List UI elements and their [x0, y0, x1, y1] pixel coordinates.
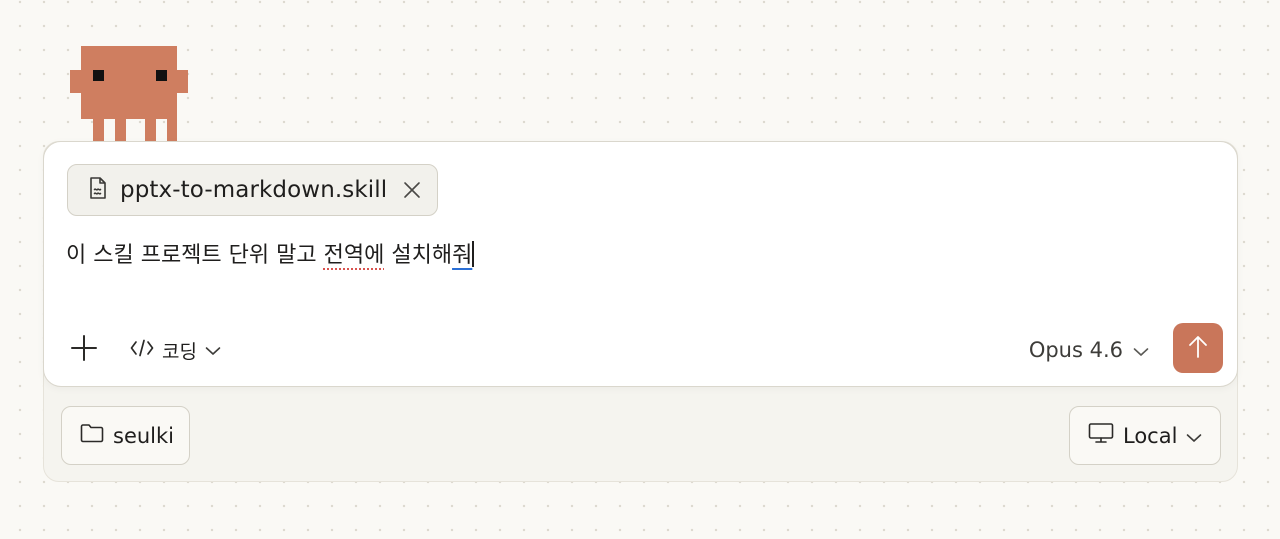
model-dropdown[interactable]: Opus 4.6 — [1029, 334, 1149, 366]
chevron-down-icon — [205, 339, 221, 361]
environment-label: Local — [1123, 423, 1178, 448]
attachment-filename: pptx-to-markdown.skill — [120, 177, 388, 203]
mode-label: 코딩 — [162, 340, 197, 363]
model-label: Opus 4.6 — [1028, 338, 1123, 362]
folder-label: seulki — [113, 423, 175, 448]
mascot-eye-right — [156, 70, 167, 81]
plus-icon — [71, 335, 97, 365]
environment-selector[interactable]: Local — [1069, 406, 1221, 465]
mode-dropdown[interactable]: 코딩 — [130, 334, 221, 366]
add-attachment-button[interactable] — [68, 334, 100, 366]
chevron-down-icon — [1133, 338, 1149, 362]
prompt-text-start: 이 스킬 프로젝트 단위 말고 — [66, 243, 324, 268]
folder-selector[interactable]: seulki — [61, 406, 190, 465]
mascot-eye-left — [93, 70, 104, 81]
folder-icon — [80, 423, 104, 448]
misspelled-word: 전역에 — [323, 243, 385, 268]
arrow-up-icon — [1188, 335, 1208, 362]
chevron-down-icon — [1186, 424, 1202, 448]
monitor-icon — [1088, 422, 1114, 449]
prompt-composer: pptx-to-markdown.skill 이 스킬 프로젝트 단위 말고 전… — [43, 141, 1238, 387]
close-icon[interactable] — [399, 177, 425, 203]
file-icon — [88, 176, 108, 204]
attachment-chip[interactable]: pptx-to-markdown.skill — [67, 164, 439, 216]
send-button[interactable] — [1173, 323, 1223, 373]
composing-character: 줘 — [452, 243, 473, 268]
prompt-input[interactable]: 이 스킬 프로젝트 단위 말고 전역에 설치해줘 — [66, 240, 475, 272]
text-caret — [472, 241, 475, 267]
prompt-text-middle: 설치해 — [384, 243, 453, 268]
pixel-creature-icon — [70, 46, 190, 142]
code-icon — [130, 339, 154, 362]
